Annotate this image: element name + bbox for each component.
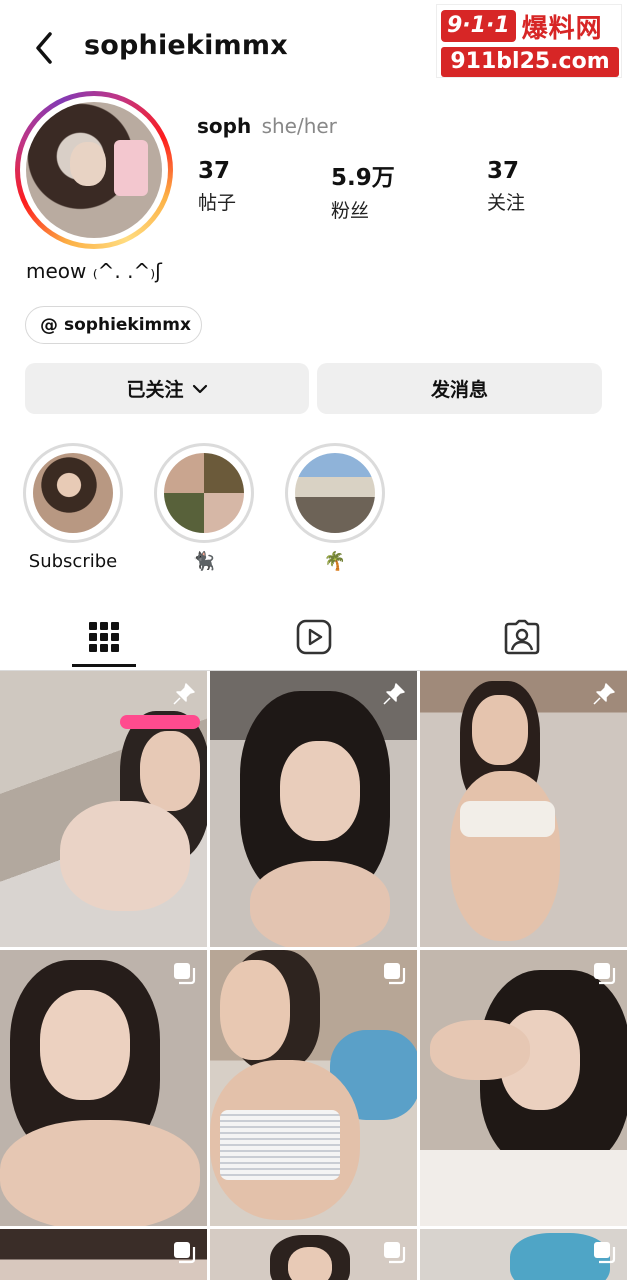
profile-pronouns: she/her [261,114,337,138]
threads-icon: @ [40,314,58,336]
stat-posts-value: 37 [198,158,231,184]
stat-posts: 37 帖子 [198,158,236,215]
tagged-icon [504,619,540,655]
reels-icon [296,619,332,655]
grid-post[interactable] [210,1229,417,1280]
stat-followers[interactable]: 5.9万 粉丝 [331,158,395,223]
chevron-down-icon [192,384,207,393]
grid-post[interactable] [420,1229,627,1280]
stat-followers-value: 5.9万 [331,165,395,191]
pin-icon [173,683,195,705]
grid-post[interactable] [0,671,207,947]
watermark-logo: 9·1·1 爆料网 911bl25.com [436,4,622,78]
back-button[interactable] [28,28,62,68]
highlight-cover [33,453,113,533]
profile-avatar-story-ring[interactable] [15,91,173,249]
profile-username: sophiekimmx [84,30,288,61]
watermark-title: 爆料网 [521,13,603,44]
pin-icon [593,683,615,705]
watermark-url: 911bl25.com [441,47,619,77]
carousel-icon [384,963,406,985]
tab-tagged[interactable] [490,615,554,659]
carousel-icon [174,1242,196,1264]
carousel-icon [594,1242,616,1264]
carousel-icon [594,963,616,985]
highlight-palm[interactable]: 🌴 [285,443,385,572]
pin-icon [383,683,405,705]
carousel-icon [384,1242,406,1264]
avatar [26,102,162,238]
highlight-label: 🐈‍⬛ [192,551,216,572]
highlight-label: 🌴 [323,551,347,572]
following-button[interactable]: 已关注 [25,363,309,414]
chevron-left-icon [36,32,52,64]
threads-link[interactable]: @ sophiekimmx [25,306,202,344]
message-button[interactable]: 发消息 [317,363,602,414]
profile-bio: meow ₍^. .^₎ʃ [26,259,162,283]
highlight-label: Subscribe [28,551,118,572]
following-label: 已关注 [126,379,184,401]
grid-post[interactable] [210,950,417,1226]
stat-following[interactable]: 37 关注 [487,158,525,215]
stat-posts-label: 帖子 [198,192,237,214]
highlight-cover [164,453,244,533]
watermark-badge: 9·1·1 [441,10,516,42]
grid-post[interactable] [210,671,417,947]
tab-posts[interactable] [72,615,136,659]
highlight-cat[interactable]: 🐈‍⬛ [154,443,254,572]
tab-reels[interactable] [282,615,346,659]
stat-followers-label: 粉丝 [331,200,370,222]
active-tab-indicator [72,664,136,667]
grid-post[interactable] [0,1229,207,1280]
profile-tabs [0,605,627,671]
stat-following-label: 关注 [487,192,526,214]
highlight-subscribe[interactable]: Subscribe [23,443,123,572]
highlight-cover [295,453,375,533]
profile-name: soph [197,114,252,138]
grid-icon [89,622,119,652]
grid-post[interactable] [420,950,627,1226]
grid-post[interactable] [420,671,627,947]
post-grid [0,671,627,1280]
carousel-icon [174,963,196,985]
stat-following-value: 37 [487,158,520,184]
threads-handle: sophiekimmx [64,315,191,335]
grid-post[interactable] [0,950,207,1226]
profile-display-name: soph she/her [197,114,337,138]
message-label: 发消息 [430,379,488,401]
